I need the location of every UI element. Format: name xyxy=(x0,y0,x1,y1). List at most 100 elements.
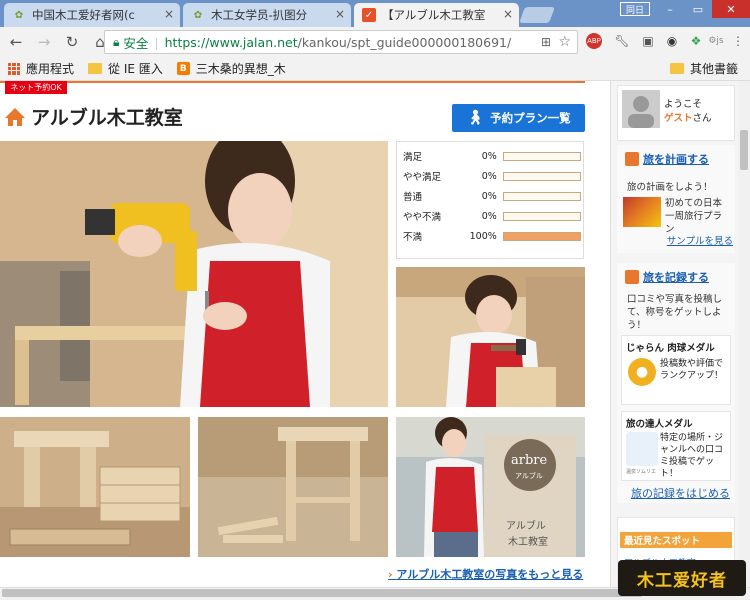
ghost-icon[interactable]: ◉ xyxy=(662,31,682,51)
bookmark-other[interactable]: 其他書籤 xyxy=(670,60,738,77)
stool-illustration xyxy=(198,417,388,557)
sidebar: ようこそ ゲストさん 旅を計画する 旅の計画をしよう！ 初めての日本一周旅行プラ… xyxy=(610,81,738,587)
tab-2[interactable]: ✿ 木工女学员-扒图分 × xyxy=(183,3,351,27)
separator: | xyxy=(154,34,159,50)
close-icon[interactable]: × xyxy=(335,7,345,21)
rating-label: 不満 xyxy=(403,232,423,243)
plan-sample-title: 初めての日本一周旅行プラン xyxy=(665,198,723,235)
rating-bar xyxy=(502,151,581,161)
medal2-title: 旅の達人メダル xyxy=(626,419,693,430)
leaf-ext-icon[interactable]: ❖ xyxy=(686,31,706,51)
record-box: 旅を記録する 口コミや写真を投稿して、称号をゲットしよう！ じゃらん 肉球メダル… xyxy=(617,263,735,503)
photo-sign[interactable]: arbre アルブル アルブル 木工教室 xyxy=(396,417,585,557)
rating-row: 不満 100% xyxy=(403,226,581,246)
jalan-logo-icon: ✓ xyxy=(362,8,376,22)
person-icon: 🚶︎ xyxy=(466,110,485,126)
plan-list-label: 予約プラン一覧 xyxy=(490,111,571,125)
rating-row: 普通 0% xyxy=(403,186,581,206)
horizontal-scrollbar-thumb[interactable] xyxy=(2,589,642,597)
activity-icon xyxy=(5,107,25,126)
photo-stool[interactable] xyxy=(198,417,388,557)
bookmarks-bar: 應用程式 從 IE 匯入 B 三木桑的異想_木 其他書籤 xyxy=(0,57,750,81)
folder-icon xyxy=(670,63,684,74)
new-tab-button[interactable] xyxy=(519,7,555,23)
photo-hammering[interactable] xyxy=(396,267,585,407)
medal2-badge: 温泉ソムリエ xyxy=(626,469,656,475)
url-host: https://www.jalan.net xyxy=(164,34,298,50)
translate-icon[interactable]: ⊞ xyxy=(541,35,551,49)
welcome-text: ようこそ xyxy=(664,99,703,110)
rating-pct: 0% xyxy=(481,190,497,202)
menu-icon[interactable]: ⋮ xyxy=(728,31,748,51)
js-icon[interactable]: ⚙js xyxy=(706,31,726,51)
guest-name: ゲストさん xyxy=(664,110,712,124)
forward-icon[interactable]: → xyxy=(32,30,56,54)
medal1-title: じゃらん 肉球メダル xyxy=(626,343,715,354)
tab-icon[interactable]: ▣ xyxy=(638,31,658,51)
record-start-link[interactable]: 旅の記録をはじめる xyxy=(631,485,730,501)
notebook-icon xyxy=(625,152,639,166)
close-icon[interactable]: × xyxy=(503,7,513,21)
leaf-icon: ✿ xyxy=(14,9,24,21)
rating-pct: 0% xyxy=(481,150,497,162)
expert-medal-icon xyxy=(626,432,658,466)
maximize-button[interactable]: ▭ xyxy=(684,0,712,18)
page-title: アルブル木工教室 xyxy=(31,107,183,129)
medal-card-1[interactable]: じゃらん 肉球メダル ● 投稿数や評価でランクアップ！ xyxy=(621,335,731,405)
record-text: 口コミや写真を投稿して、称号をゲットしよう！ xyxy=(627,294,723,331)
plan-text: 旅の計画をしよう！ xyxy=(627,182,713,193)
plan-heading[interactable]: 旅を計画する xyxy=(625,151,709,167)
blogger-icon: B xyxy=(176,62,190,75)
bookmark-blog[interactable]: B 三木桑的異想_木 xyxy=(176,60,286,77)
page-content: ネット予約OK アルブル木工教室 🚶︎ 予約プラン一覧 満足 0% やや満足 0… xyxy=(0,81,738,587)
woman-drilling-illustration xyxy=(0,141,388,407)
main-photo[interactable] xyxy=(0,141,388,407)
record-heading[interactable]: 旅を記録する xyxy=(625,269,709,285)
close-icon[interactable]: × xyxy=(164,7,174,21)
wood-crafts-illustration xyxy=(0,417,190,557)
close-window-button[interactable]: ✕ xyxy=(712,0,750,18)
reload-icon[interactable]: ↻ xyxy=(60,30,84,54)
tab-bar: ✿ 中国木工爱好者网(c × ✿ 木工女学员-扒图分 × ✓ 【アルブル木工教室… xyxy=(0,0,750,27)
bookmark-label: 三木桑的異想_木 xyxy=(195,62,286,76)
record-icon xyxy=(625,270,639,284)
bookmark-label: 應用程式 xyxy=(26,62,75,76)
tool-icon[interactable]: 🔧︎ xyxy=(612,31,632,51)
minimize-button[interactable]: – xyxy=(656,0,684,18)
rating-row: 満足 0% xyxy=(403,146,581,166)
plan-sample-thumb[interactable] xyxy=(623,197,661,227)
bookmark-label: 其他書籤 xyxy=(690,62,739,76)
sign-school: 木工教室 xyxy=(508,537,548,548)
rating-row: やや不満 0% xyxy=(403,206,581,226)
more-photos-link[interactable]: アルブル木工教室の写真をもっと見る xyxy=(388,566,583,582)
address-bar[interactable]: 🔒︎ 安全 | https://www.jalan.net /kankou/sp… xyxy=(104,30,578,54)
title-row: アルブル木工教室 xyxy=(4,103,183,130)
tab-1[interactable]: ✿ 中国木工爱好者网(c × xyxy=(4,3,180,27)
rating-bar xyxy=(502,211,581,221)
sign-name: アルブル xyxy=(506,521,546,532)
rating-fill xyxy=(503,232,580,240)
plan-heading-label: 旅を計画する xyxy=(643,153,709,166)
back-icon[interactable]: ← xyxy=(4,30,28,54)
tab-2-label: 木工女学员-扒图分 xyxy=(211,8,308,22)
bookmark-ie-import[interactable]: 從 IE 匯入 xyxy=(88,60,163,77)
scrollbar-thumb[interactable] xyxy=(740,130,748,170)
medal1-text: 投稿数や評価でランクアップ！ xyxy=(660,359,724,381)
medal-card-2[interactable]: 旅の達人メダル 温泉ソムリエ 特定の場所・ジャンルへの口コミ投稿でゲット！ xyxy=(621,411,731,481)
plan-box: 旅を計画する 旅の計画をしよう！ 初めての日本一周旅行プラン サンプルを見る xyxy=(617,145,735,253)
medal2-text: 特定の場所・ジャンルへの口コミ投稿でゲット！ xyxy=(660,433,724,479)
profile-button[interactable]: 同日 xyxy=(620,2,650,16)
photo-stool-drawers[interactable] xyxy=(0,417,190,557)
sign-logo-text: arbre xyxy=(511,453,548,468)
tab-3[interactable]: ✓ 【アルブル木工教室 × xyxy=(354,3,519,27)
lock-icon: 🔒︎ xyxy=(113,34,120,49)
adblock-icon[interactable]: ABP xyxy=(586,33,602,49)
bookmark-apps[interactable]: 應用程式 xyxy=(8,60,74,77)
user-icon xyxy=(628,96,654,128)
plan-list-button[interactable]: 🚶︎ 予約プラン一覧 xyxy=(452,104,585,132)
star-icon[interactable]: ☆ xyxy=(558,34,571,50)
accent-line xyxy=(0,81,585,83)
rating-row: やや満足 0% xyxy=(403,166,581,186)
rating-bar xyxy=(502,191,581,201)
sample-link[interactable]: サンプルを見る xyxy=(667,233,733,247)
